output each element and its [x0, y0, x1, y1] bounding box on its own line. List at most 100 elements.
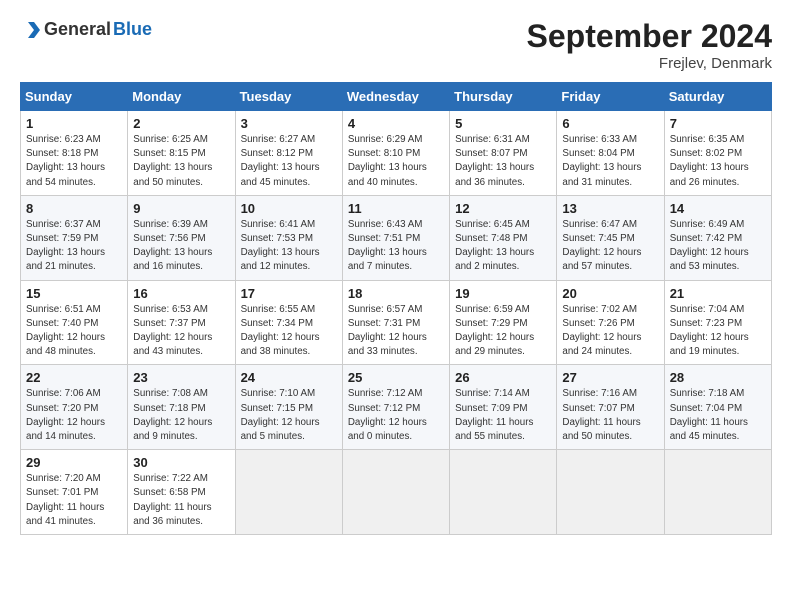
day-cell: 15 Sunrise: 6:51 AMSunset: 7:40 PMDayligh… [21, 280, 128, 365]
day-number: 21 [670, 286, 766, 301]
day-cell: 18 Sunrise: 6:57 AMSunset: 7:31 PMDayligh… [342, 280, 449, 365]
day-cell: 4 Sunrise: 6:29 AMSunset: 8:10 PMDaylight… [342, 111, 449, 196]
day-cell: 26 Sunrise: 7:14 AMSunset: 7:09 PMDayligh… [450, 365, 557, 450]
day-cell: 5 Sunrise: 6:31 AMSunset: 8:07 PMDaylight… [450, 111, 557, 196]
calendar-location: Frejlev, Denmark [527, 55, 772, 72]
weekday-friday: Friday [557, 83, 664, 111]
day-number: 28 [670, 370, 766, 385]
header: GeneralBlue September 2024 Frejlev, Denm… [20, 18, 772, 72]
day-number: 25 [348, 370, 444, 385]
day-cell: 28 Sunrise: 7:18 AMSunset: 7:04 PMDayligh… [664, 365, 771, 450]
logo-general-text: General [44, 19, 111, 40]
day-info: Sunrise: 7:14 AMSunset: 7:09 PMDaylight:… [455, 387, 551, 444]
day-info: Sunrise: 7:20 AMSunset: 7:01 PMDaylight:… [26, 472, 122, 529]
day-number: 24 [241, 370, 337, 385]
day-cell: 13 Sunrise: 6:47 AMSunset: 7:45 PMDayligh… [557, 195, 664, 280]
week-row-5: 29 Sunrise: 7:20 AMSunset: 7:01 PMDayligh… [21, 450, 772, 535]
weekday-header-row: SundayMondayTuesdayWednesdayThursdayFrid… [21, 83, 772, 111]
day-number: 6 [562, 116, 658, 131]
day-cell: 20 Sunrise: 7:02 AMSunset: 7:26 PMDayligh… [557, 280, 664, 365]
day-number: 12 [455, 201, 551, 216]
day-info: Sunrise: 7:08 AMSunset: 7:18 PMDaylight:… [133, 387, 229, 444]
day-number: 20 [562, 286, 658, 301]
week-row-2: 8Sunrise: 6:37 AMSunset: 7:59 PMDaylight… [21, 195, 772, 280]
calendar-title: September 2024 [527, 18, 772, 55]
day-cell: 30 Sunrise: 7:22 AMSunset: 6:58 PMDayligh… [128, 450, 235, 535]
weekday-saturday: Saturday [664, 83, 771, 111]
day-number: 1 [26, 116, 122, 131]
logo-blue-text: Blue [113, 19, 152, 40]
day-cell [235, 450, 342, 535]
day-number: 3 [241, 116, 337, 131]
page: GeneralBlue September 2024 Frejlev, Denm… [0, 0, 792, 545]
day-cell: 27Sunrise: 7:16 AMSunset: 7:07 PMDayligh… [557, 365, 664, 450]
day-info: Sunrise: 6:55 AMSunset: 7:34 PMDaylight:… [241, 303, 337, 360]
day-cell: 8Sunrise: 6:37 AMSunset: 7:59 PMDaylight… [21, 195, 128, 280]
logo-icon [20, 18, 42, 40]
day-info: Sunrise: 6:51 AMSunset: 7:40 PMDaylight:… [26, 303, 122, 360]
day-info: Sunrise: 6:59 AMSunset: 7:29 PMDaylight:… [455, 303, 551, 360]
day-cell: 23 Sunrise: 7:08 AMSunset: 7:18 PMDayligh… [128, 365, 235, 450]
weekday-sunday: Sunday [21, 83, 128, 111]
calendar-table: SundayMondayTuesdayWednesdayThursdayFrid… [20, 82, 772, 535]
day-info: Sunrise: 7:10 AMSunset: 7:15 PMDaylight:… [241, 387, 337, 444]
day-number: 29 [26, 455, 122, 470]
day-number: 2 [133, 116, 229, 131]
day-info: Sunrise: 7:02 AMSunset: 7:26 PMDaylight:… [562, 303, 658, 360]
weekday-wednesday: Wednesday [342, 83, 449, 111]
day-info: Sunrise: 6:41 AMSunset: 7:53 PMDaylight:… [241, 218, 337, 275]
day-cell: 3 Sunrise: 6:27 AMSunset: 8:12 PMDaylight… [235, 111, 342, 196]
day-number: 5 [455, 116, 551, 131]
day-cell: 12 Sunrise: 6:45 AMSunset: 7:48 PMDayligh… [450, 195, 557, 280]
day-cell: 11 Sunrise: 6:43 AMSunset: 7:51 PMDayligh… [342, 195, 449, 280]
day-info: Sunrise: 6:53 AMSunset: 7:37 PMDaylight:… [133, 303, 229, 360]
day-info: Sunrise: 6:47 AMSunset: 7:45 PMDaylight:… [562, 218, 658, 275]
weekday-tuesday: Tuesday [235, 83, 342, 111]
day-number: 27 [562, 370, 658, 385]
day-number: 8 [26, 201, 122, 216]
day-number: 23 [133, 370, 229, 385]
day-info: Sunrise: 6:29 AMSunset: 8:10 PMDaylight:… [348, 133, 444, 190]
weekday-monday: Monday [128, 83, 235, 111]
day-cell: 14Sunrise: 6:49 AMSunset: 7:42 PMDayligh… [664, 195, 771, 280]
day-info: Sunrise: 7:18 AMSunset: 7:04 PMDaylight:… [670, 387, 766, 444]
day-info: Sunrise: 6:57 AMSunset: 7:31 PMDaylight:… [348, 303, 444, 360]
day-number: 16 [133, 286, 229, 301]
day-cell [664, 450, 771, 535]
day-number: 14 [670, 201, 766, 216]
day-cell: 17Sunrise: 6:55 AMSunset: 7:34 PMDayligh… [235, 280, 342, 365]
day-number: 15 [26, 286, 122, 301]
day-info: Sunrise: 6:31 AMSunset: 8:07 PMDaylight:… [455, 133, 551, 190]
day-number: 7 [670, 116, 766, 131]
day-cell: 16 Sunrise: 6:53 AMSunset: 7:37 PMDayligh… [128, 280, 235, 365]
day-cell: 1 Sunrise: 6:23 AMSunset: 8:18 PMDaylight… [21, 111, 128, 196]
day-cell: 2 Sunrise: 6:25 AMSunset: 8:15 PMDaylight… [128, 111, 235, 196]
day-number: 13 [562, 201, 658, 216]
day-info: Sunrise: 6:39 AMSunset: 7:56 PMDaylight:… [133, 218, 229, 275]
day-info: Sunrise: 6:27 AMSunset: 8:12 PMDaylight:… [241, 133, 337, 190]
day-info: Sunrise: 7:04 AMSunset: 7:23 PMDaylight:… [670, 303, 766, 360]
day-number: 9 [133, 201, 229, 216]
day-number: 11 [348, 201, 444, 216]
logo: GeneralBlue [20, 18, 152, 40]
day-number: 26 [455, 370, 551, 385]
day-cell: 10Sunrise: 6:41 AMSunset: 7:53 PMDayligh… [235, 195, 342, 280]
week-row-1: 1 Sunrise: 6:23 AMSunset: 8:18 PMDaylight… [21, 111, 772, 196]
day-number: 19 [455, 286, 551, 301]
day-info: Sunrise: 7:06 AMSunset: 7:20 PMDaylight:… [26, 387, 122, 444]
day-cell: 19 Sunrise: 6:59 AMSunset: 7:29 PMDayligh… [450, 280, 557, 365]
day-number: 30 [133, 455, 229, 470]
day-cell: 9 Sunrise: 6:39 AMSunset: 7:56 PMDaylight… [128, 195, 235, 280]
day-cell [557, 450, 664, 535]
day-number: 22 [26, 370, 122, 385]
day-info: Sunrise: 6:25 AMSunset: 8:15 PMDaylight:… [133, 133, 229, 190]
weekday-thursday: Thursday [450, 83, 557, 111]
day-cell [450, 450, 557, 535]
week-row-3: 15 Sunrise: 6:51 AMSunset: 7:40 PMDayligh… [21, 280, 772, 365]
day-number: 4 [348, 116, 444, 131]
day-info: Sunrise: 6:23 AMSunset: 8:18 PMDaylight:… [26, 133, 122, 190]
day-info: Sunrise: 7:22 AMSunset: 6:58 PMDaylight:… [133, 472, 229, 529]
day-info: Sunrise: 6:45 AMSunset: 7:48 PMDaylight:… [455, 218, 551, 275]
day-info: Sunrise: 6:43 AMSunset: 7:51 PMDaylight:… [348, 218, 444, 275]
day-number: 18 [348, 286, 444, 301]
